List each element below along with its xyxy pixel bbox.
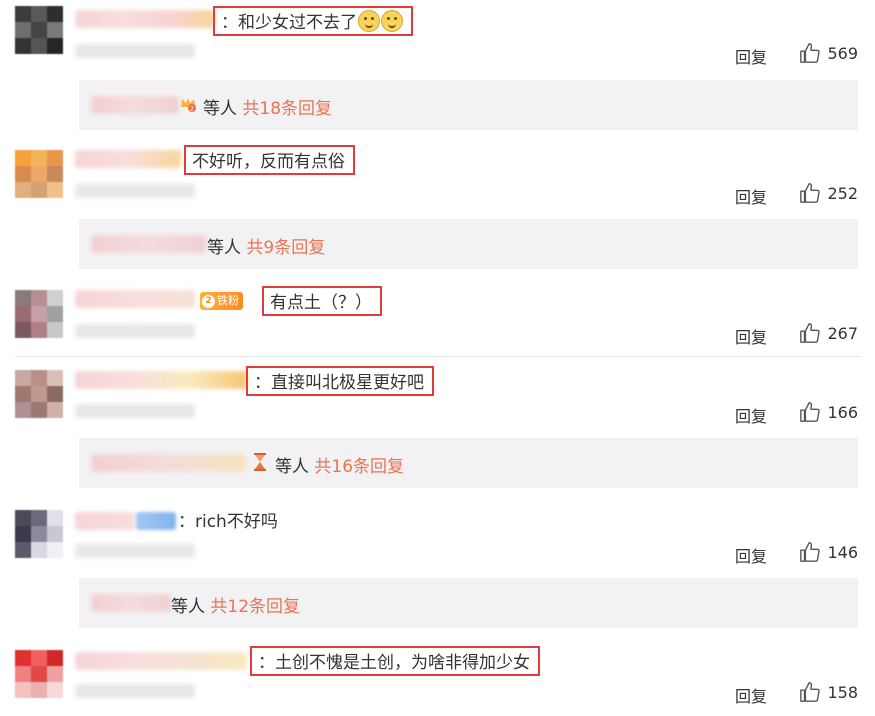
like-button[interactable]: 252 (799, 182, 858, 204)
username[interactable] (75, 512, 135, 530)
like-button[interactable]: 146 (799, 541, 858, 563)
username[interactable] (75, 10, 215, 28)
comment-text: ：和少女过不去了 (213, 6, 413, 36)
reply-button[interactable]: 回复 (735, 324, 767, 348)
thumbs-up-icon (800, 402, 821, 422)
comment-text: ：直接叫北极星更好吧 (246, 366, 434, 396)
like-button[interactable]: 166 (799, 401, 858, 423)
timestamp (75, 44, 195, 58)
reply-usernames (91, 235, 206, 253)
replies-preview[interactable]: 2 等人 共18条回复 (79, 80, 858, 130)
replies-preview[interactable]: 等人 共9条回复 (79, 219, 858, 269)
like-count: 146 (827, 542, 858, 562)
reply-button[interactable]: 回复 (735, 543, 767, 567)
reply-usernames (91, 454, 246, 472)
reply-button[interactable]: 回复 (735, 184, 767, 208)
username[interactable] (75, 150, 181, 168)
svg-text:2: 2 (190, 106, 194, 113)
reply-button[interactable]: 回复 (735, 403, 767, 427)
reply-button[interactable]: 回复 (735, 44, 767, 68)
avatar[interactable] (15, 6, 63, 54)
avatar[interactable] (15, 370, 63, 418)
like-count: 569 (827, 43, 858, 63)
thumbs-up-icon (800, 183, 821, 203)
reply-summary: 等人 共18条回复 (203, 99, 333, 119)
avatar[interactable] (15, 650, 63, 698)
thumbs-up-icon (800, 43, 821, 63)
thumbs-up-icon (800, 542, 821, 562)
avatar[interactable] (15, 290, 63, 338)
replies-preview[interactable]: 等人 共12条回复 (79, 578, 858, 628)
reply-usernames (91, 594, 171, 612)
divider (15, 356, 860, 357)
username[interactable] (75, 371, 247, 389)
reply-summary: 等人 共12条回复 (171, 597, 301, 617)
like-button[interactable]: 158 (799, 681, 858, 703)
username[interactable] (75, 290, 195, 308)
view-replies-link[interactable]: 共16条回复 (314, 457, 404, 477)
reply-button[interactable]: 回复 (735, 683, 767, 707)
avatar[interactable] (15, 150, 63, 198)
comment-text: ：土创不愧是土创，为啥非得加少女 (250, 646, 540, 676)
view-replies-link[interactable]: 共12条回复 (210, 597, 300, 617)
like-count: 252 (827, 183, 858, 203)
username[interactable] (75, 652, 247, 670)
reply-summary: 等人 共9条回复 (207, 238, 326, 258)
crown-badge-icon: 2 (181, 98, 196, 113)
comment-text: 不好听，反而有点俗 (184, 145, 355, 175)
timestamp (75, 544, 195, 558)
hourglass-icon (254, 453, 266, 471)
reply-summary: 等人 共16条回复 (275, 457, 405, 477)
like-button[interactable]: 267 (799, 322, 858, 344)
view-replies-link[interactable]: 共18条回复 (242, 99, 332, 119)
doge-emoji-icon (358, 10, 380, 32)
doge-emoji-icon (381, 10, 403, 32)
timestamp (75, 684, 195, 698)
reply-usernames (91, 96, 179, 114)
like-count: 166 (827, 402, 858, 422)
fan-level-badge: 2 铁粉 (200, 292, 243, 310)
replies-preview[interactable]: 等人 共16条回复 (79, 438, 858, 488)
view-replies-link[interactable]: 共9条回复 (246, 238, 325, 258)
timestamp (75, 404, 195, 418)
timestamp (75, 184, 195, 198)
comment-text: 有点土（？） (262, 286, 382, 316)
timestamp (75, 324, 195, 338)
like-button[interactable]: 569 (799, 42, 858, 64)
comment-text: ：rich不好吗 (178, 512, 278, 532)
thumbs-up-icon (800, 682, 821, 702)
like-count: 158 (827, 682, 858, 702)
like-count: 267 (827, 323, 858, 343)
thumbs-up-icon (800, 323, 821, 343)
avatar[interactable] (15, 510, 63, 558)
